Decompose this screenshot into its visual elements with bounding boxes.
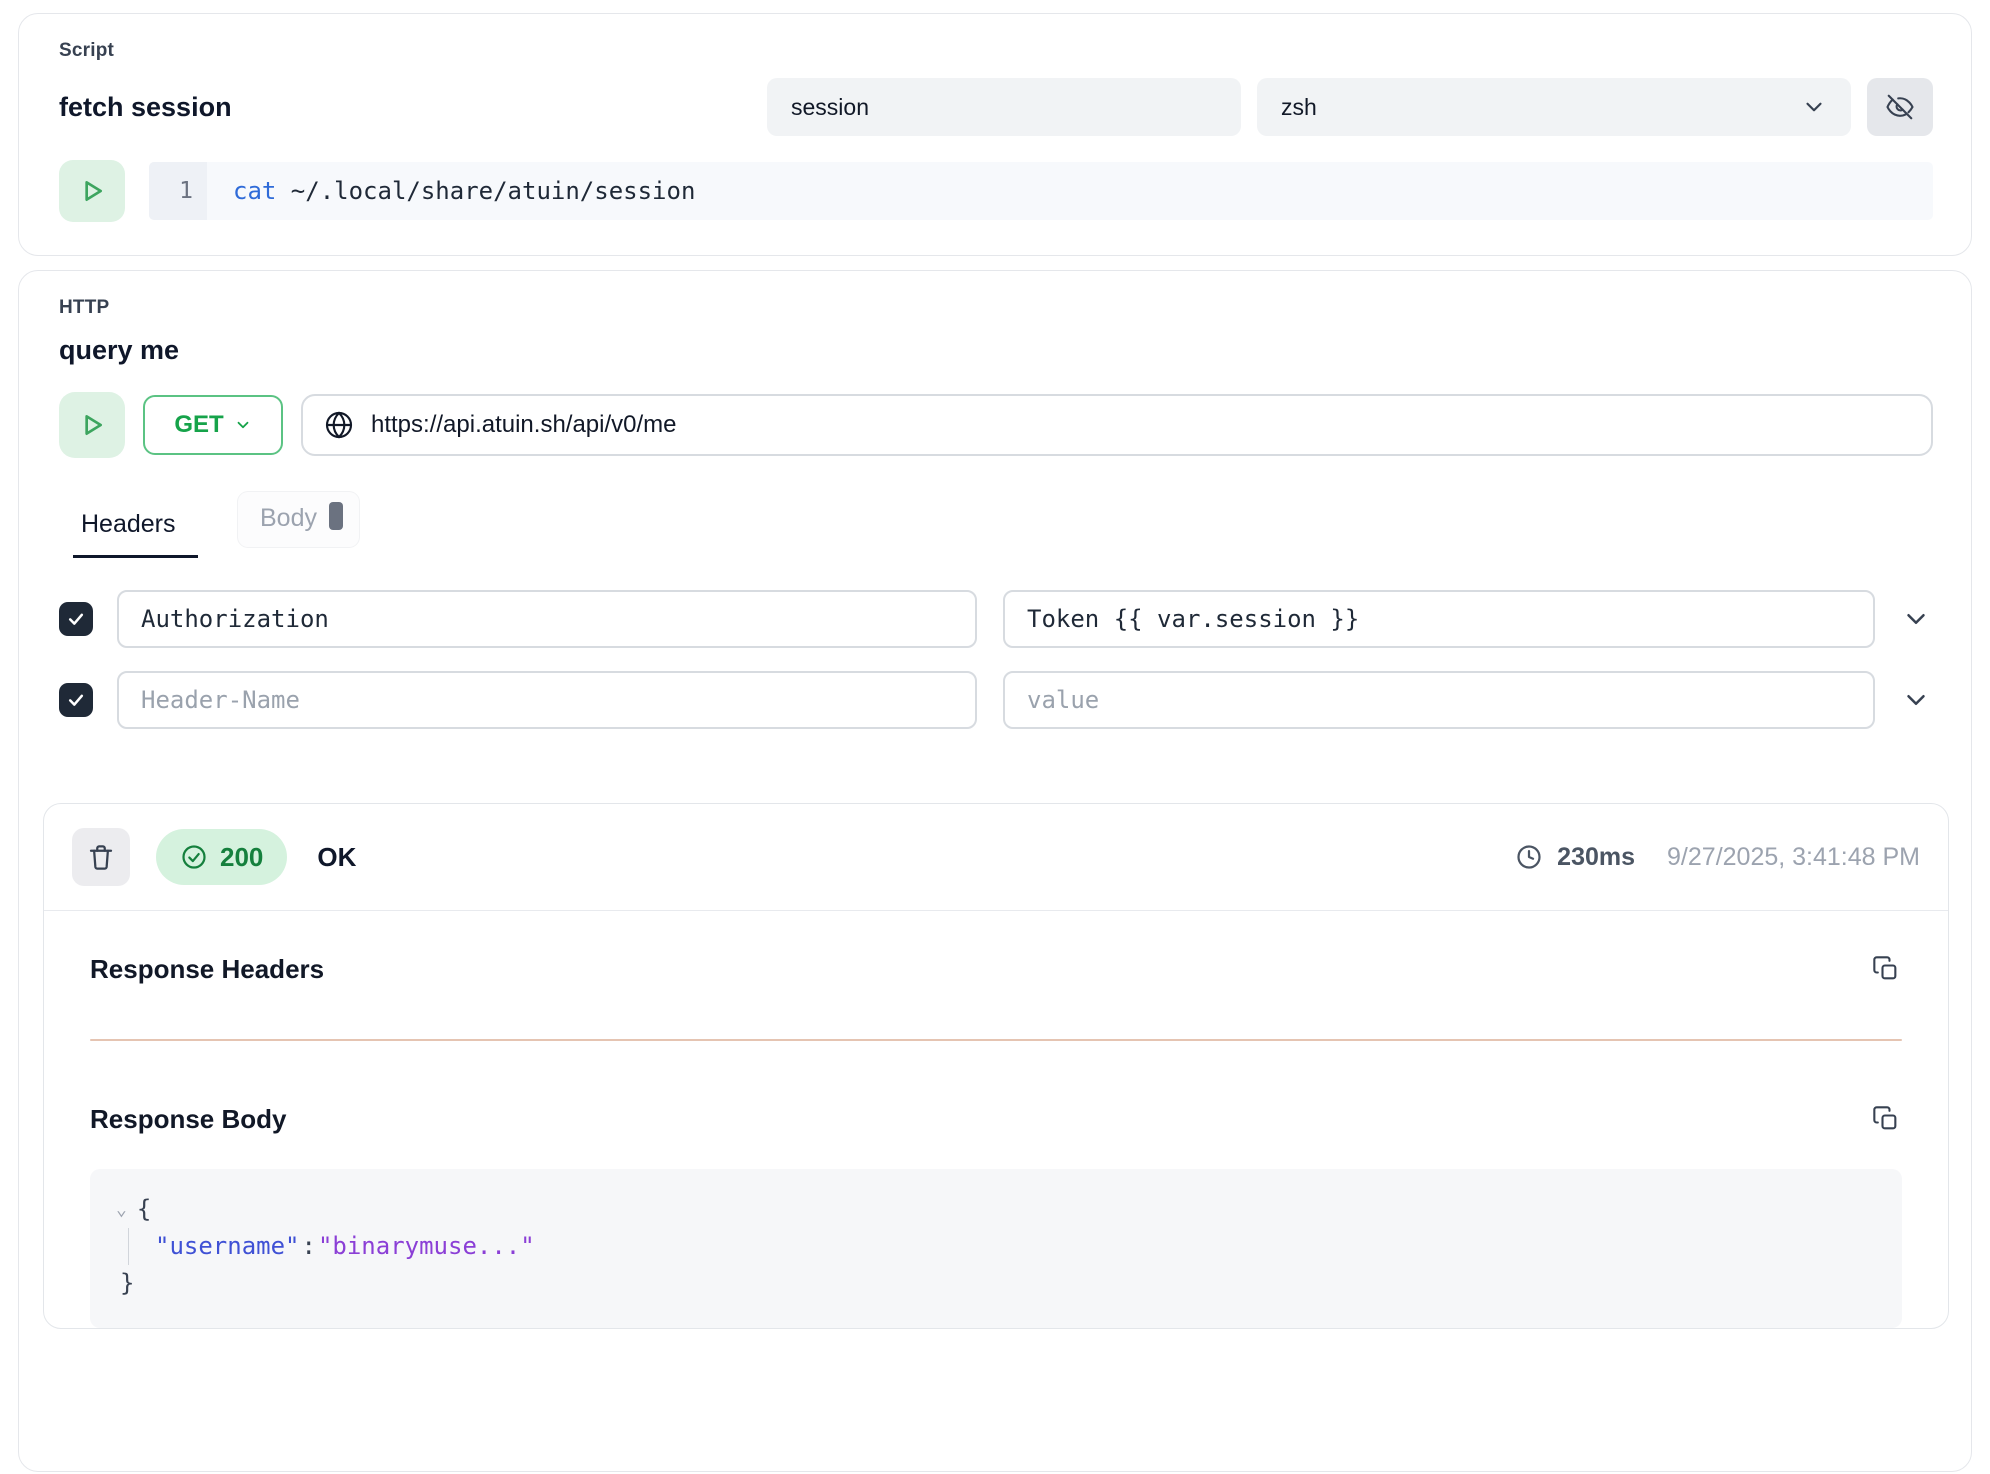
method-label: GET bbox=[174, 411, 223, 439]
header-value-input[interactable] bbox=[1003, 590, 1875, 648]
header-enabled-checkbox[interactable] bbox=[59, 602, 93, 636]
copy-icon bbox=[1872, 1105, 1900, 1133]
response-headers-collapsed-line bbox=[90, 1039, 1902, 1041]
json-entry: "username":"binarymuse..." bbox=[128, 1228, 1872, 1265]
run-request-button[interactable] bbox=[59, 392, 125, 458]
response-timestamp: 9/27/2025, 3:41:48 PM bbox=[1667, 843, 1920, 872]
header-value-input[interactable] bbox=[1003, 671, 1875, 729]
check-icon bbox=[66, 690, 86, 710]
shell-select[interactable]: zsh bbox=[1257, 78, 1851, 136]
url-field[interactable] bbox=[301, 394, 1933, 456]
copy-icon bbox=[1872, 955, 1900, 983]
copy-body-button[interactable] bbox=[1870, 1103, 1902, 1135]
json-key: "username" bbox=[155, 1232, 300, 1260]
script-title: fetch session bbox=[59, 92, 232, 123]
json-close-brace: } bbox=[120, 1265, 1872, 1302]
delete-response-button[interactable] bbox=[72, 828, 130, 886]
code-line: cat ~/.local/share/atuin/session bbox=[207, 177, 695, 205]
body-tab-indicator bbox=[329, 502, 343, 530]
line-number: 1 bbox=[149, 162, 207, 220]
response-headers-title: Response Headers bbox=[90, 954, 324, 985]
response-status-bar: 200 OK 230ms 9/27/2025, 3:41:48 PM bbox=[44, 804, 1948, 911]
eye-off-icon bbox=[1885, 92, 1915, 122]
response-duration: 230ms bbox=[1557, 843, 1635, 872]
code-editor[interactable]: 1 cat ~/.local/share/atuin/session bbox=[149, 162, 1933, 220]
header-enabled-checkbox[interactable] bbox=[59, 683, 93, 717]
script-name-input[interactable] bbox=[767, 78, 1241, 136]
script-kind-label: Script bbox=[59, 40, 1933, 62]
shell-select-value: zsh bbox=[1281, 94, 1801, 121]
method-select[interactable]: GET bbox=[143, 395, 283, 455]
json-colon: : bbox=[300, 1232, 318, 1260]
request-tabs: Headers Body bbox=[59, 494, 1933, 558]
tab-body-label: Body bbox=[260, 504, 317, 533]
tab-headers[interactable]: Headers bbox=[73, 494, 198, 558]
play-icon bbox=[76, 409, 108, 441]
chevron-down-icon bbox=[1801, 94, 1827, 120]
header-row bbox=[59, 671, 1933, 729]
http-title: query me bbox=[59, 335, 1933, 366]
json-open-brace: { bbox=[137, 1191, 151, 1228]
url-input[interactable] bbox=[371, 411, 1911, 439]
tab-body[interactable]: Body bbox=[238, 492, 359, 547]
chevron-down-icon bbox=[234, 416, 252, 434]
trash-icon bbox=[86, 842, 116, 872]
status-badge: 200 bbox=[156, 829, 287, 885]
code-rest: ~/.local/share/atuin/session bbox=[276, 177, 695, 205]
code-keyword: cat bbox=[233, 177, 276, 205]
hide-output-button[interactable] bbox=[1867, 78, 1933, 136]
header-name-input[interactable] bbox=[117, 590, 977, 648]
response-panel: 200 OK 230ms 9/27/2025, 3:41:48 PM Respo… bbox=[43, 803, 1949, 1329]
response-json-viewer: ⌄ { "username":"binarymuse..." } bbox=[90, 1169, 1902, 1328]
json-string-value: "binarymuse..." bbox=[318, 1232, 535, 1260]
globe-icon bbox=[323, 409, 355, 441]
clock-icon bbox=[1515, 843, 1543, 871]
check-circle-icon bbox=[180, 843, 208, 871]
http-block: HTTP query me GET Headers bbox=[18, 270, 1972, 1472]
play-icon bbox=[76, 175, 108, 207]
check-icon bbox=[66, 609, 86, 629]
header-expand-chevron[interactable] bbox=[1899, 685, 1933, 715]
script-block: Script fetch session zsh bbox=[18, 13, 1972, 256]
json-collapse-caret[interactable]: ⌄ bbox=[116, 1191, 127, 1228]
http-kind-label: HTTP bbox=[59, 297, 1933, 319]
header-name-input[interactable] bbox=[117, 671, 977, 729]
header-rows bbox=[59, 590, 1933, 729]
run-script-button[interactable] bbox=[59, 160, 125, 222]
response-body-title: Response Body bbox=[90, 1104, 287, 1135]
status-code: 200 bbox=[220, 842, 263, 873]
status-text: OK bbox=[317, 842, 356, 873]
header-expand-chevron[interactable] bbox=[1899, 604, 1933, 634]
header-row bbox=[59, 590, 1933, 648]
copy-headers-button[interactable] bbox=[1870, 953, 1902, 985]
